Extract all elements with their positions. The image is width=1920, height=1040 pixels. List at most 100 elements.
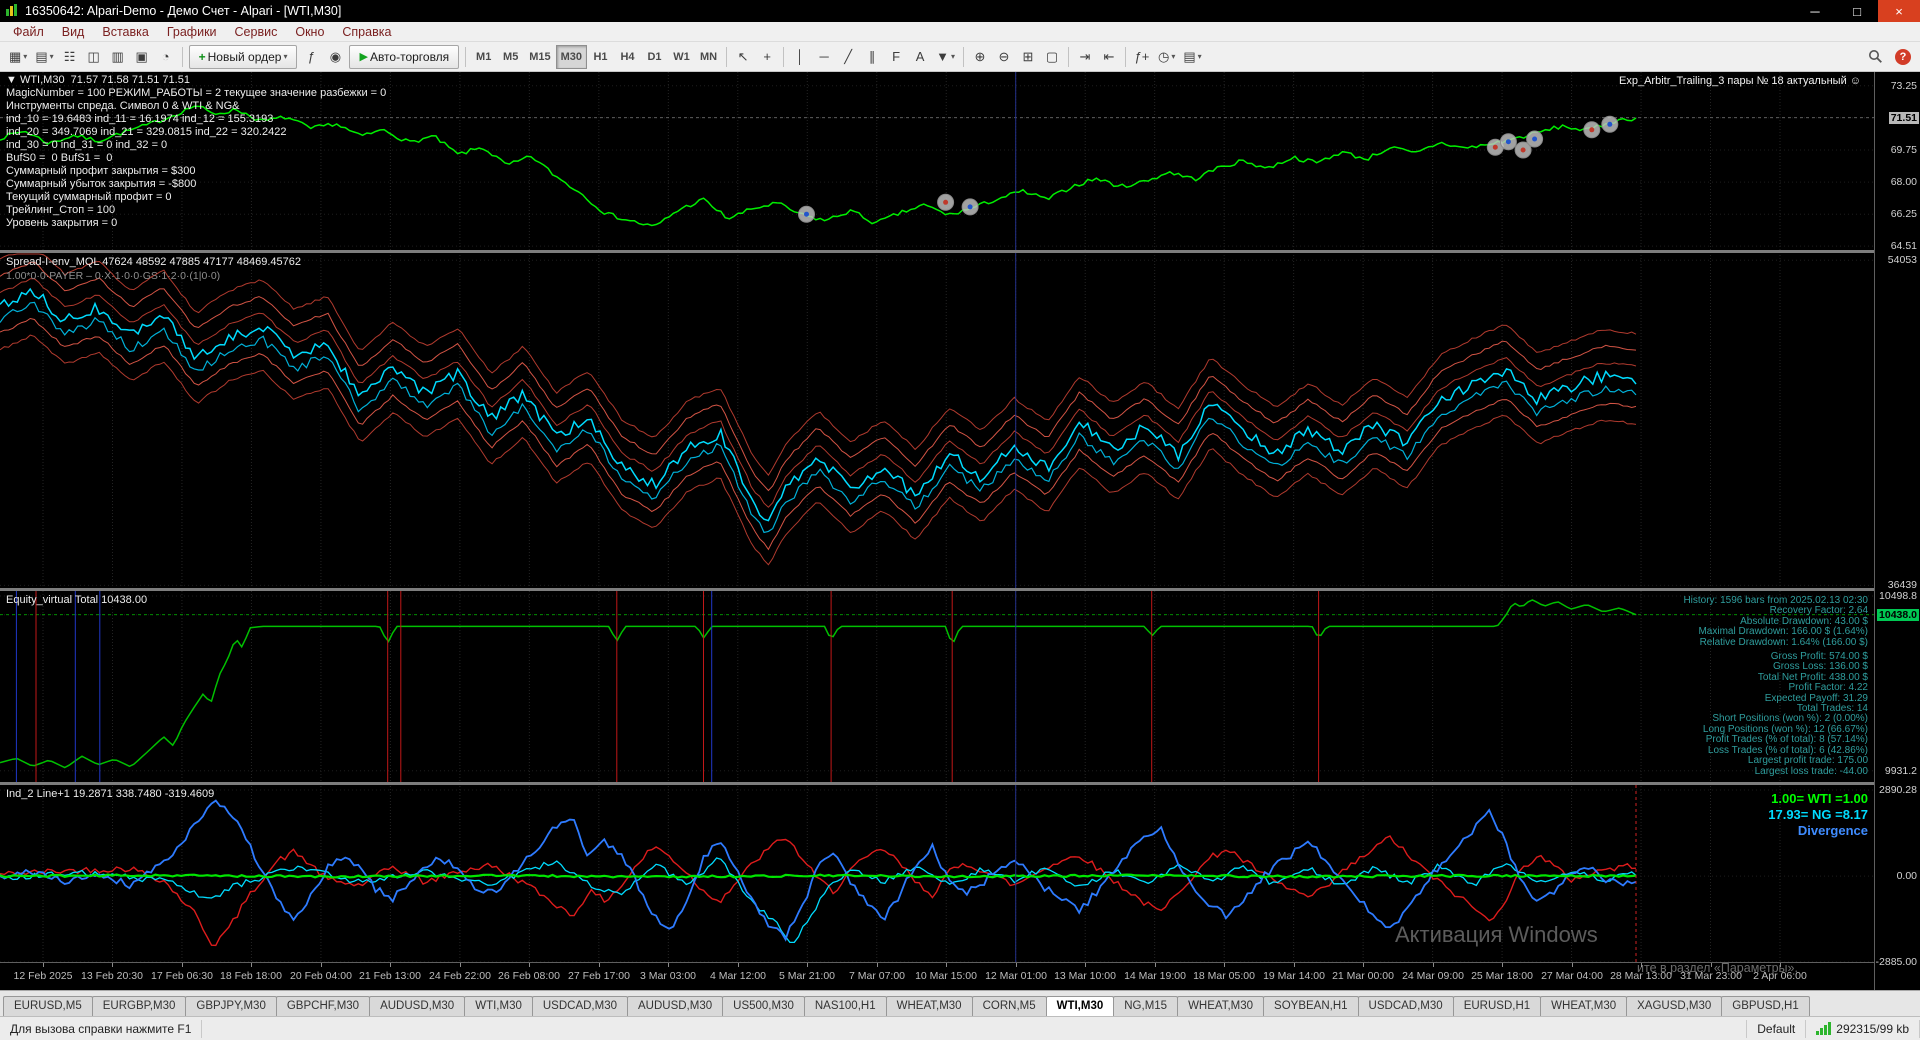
menu-item[interactable]: Вид — [53, 24, 94, 40]
horizontal-line-button[interactable]: ─ — [812, 45, 836, 69]
chart-tab[interactable]: WTI,M30 — [464, 996, 533, 1016]
indicator-info-line: ind_10 = 19.6483 ind_11 = 16.1974 ind_12… — [6, 113, 274, 125]
chart-tab[interactable]: EURUSD,H1 — [1452, 996, 1542, 1016]
time-tick — [43, 963, 44, 967]
chart-tab[interactable]: EURUSD,M5 — [3, 996, 93, 1016]
strategy-tester-button[interactable]: ◔ — [154, 45, 178, 69]
chart-tab[interactable]: WHEAT,M30 — [1540, 996, 1628, 1016]
market-watch-button[interactable]: ☷ — [58, 45, 82, 69]
autoscroll-button[interactable]: ⇥ — [1073, 45, 1097, 69]
chart-tab[interactable]: AUDUSD,M30 — [627, 996, 724, 1016]
chart-tab[interactable]: WHEAT,M30 — [1177, 996, 1265, 1016]
scale-label: 69.75 — [1890, 144, 1917, 156]
scale-label: 0.00 — [1896, 870, 1917, 882]
cursor-button[interactable]: ↖ — [731, 45, 755, 69]
chart-tab[interactable]: WTI,M30 — [1045, 996, 1115, 1016]
menu-item[interactable]: Сервис — [226, 24, 287, 40]
templates-button[interactable]: ▤ ▾ — [1179, 45, 1205, 69]
vertical-line-button[interactable]: │ — [788, 45, 812, 69]
fibonacci-button[interactable]: F — [884, 45, 908, 69]
menu-item[interactable]: Вставка — [93, 24, 157, 40]
chart-tab[interactable]: CORN,M5 — [971, 996, 1047, 1016]
timeframe-button[interactable]: MN — [695, 45, 722, 69]
status-profile[interactable]: Default — [1747, 1019, 1807, 1038]
search-button[interactable] — [1863, 45, 1887, 69]
chart-tab[interactable]: EURGBP,M30 — [91, 996, 187, 1016]
cascade-button[interactable]: ▢ — [1040, 45, 1064, 69]
navigator-button[interactable]: ▥ — [106, 45, 130, 69]
status-connection: 292315/99 kb — [1806, 1019, 1920, 1038]
panel-divider[interactable] — [0, 782, 1874, 785]
chart-tab[interactable]: WHEAT,M30 — [885, 996, 973, 1016]
search-icon — [1868, 50, 1882, 63]
timeframe-button[interactable]: M5 — [497, 45, 524, 69]
connection-status-icon — [1816, 1022, 1832, 1035]
menu-item[interactable]: Справка — [333, 24, 400, 40]
price-scale[interactable]: 73.25 71.51 69.75 68.00 66.25 64.51 54053 36439… — [1874, 72, 1920, 990]
chart-tab[interactable]: XAGUSD,M30 — [1626, 996, 1723, 1016]
panel-divider[interactable] — [0, 588, 1874, 591]
chart-tab[interactable]: GBPCHF,M30 — [275, 996, 371, 1016]
chart-tab[interactable]: GBPJPY,M30 — [185, 996, 277, 1016]
indicators-button[interactable]: ƒ+ — [1130, 45, 1154, 69]
oscillator-legend-line: 1.00= WTI =1.00 — [1771, 791, 1868, 806]
profiles-button[interactable]: ▤ ▾ — [31, 45, 57, 69]
chart-tab[interactable]: GBPUSD,H1 — [1721, 996, 1810, 1016]
time-label: 17 Feb 06:30 — [151, 970, 213, 982]
timeframe-button[interactable]: H4 — [614, 45, 641, 69]
panel-divider[interactable] — [0, 250, 1874, 253]
new-order-button[interactable]: + Новый ордер ▾ — [188, 44, 298, 69]
chart-tab[interactable]: USDCAD,M30 — [1357, 996, 1454, 1016]
text-tool-button[interactable]: A — [908, 45, 932, 69]
channel-button[interactable]: ∥ — [860, 45, 884, 69]
timeframe-button[interactable]: M30 — [555, 44, 587, 69]
chart-tab[interactable]: AUDUSD,M30 — [369, 996, 466, 1016]
ea-title[interactable]: Exp_Arbitr_Trailing_3 пары № 18 актуальн… — [1619, 75, 1861, 88]
chart-tab[interactable]: NAS100,H1 — [803, 996, 887, 1016]
time-tick — [529, 963, 530, 967]
terminal-button[interactable]: ▣ — [130, 45, 154, 69]
close-button[interactable]: × — [1878, 0, 1920, 22]
zoom-in-button[interactable]: ⊕ — [968, 45, 992, 69]
help-button[interactable]: ? — [1891, 45, 1915, 69]
indicator-info-line: Трейлинг_Стоп = 100 — [6, 204, 116, 216]
time-tick — [1572, 963, 1573, 967]
time-label: 12 Feb 2025 — [13, 970, 73, 982]
indicator-info-line: Суммарный убыток закрытия = -$800 — [6, 178, 197, 190]
chart-tab[interactable]: NG,M15 — [1113, 996, 1179, 1016]
zoom-out-button[interactable]: ⊖ — [992, 45, 1016, 69]
metaeditor-button[interactable]: ƒ — [299, 45, 323, 69]
expert-advisors-button[interactable]: ◉ — [323, 45, 347, 69]
chart-tab[interactable]: US500,M30 — [722, 996, 805, 1016]
tile-windows-button[interactable]: ⊞ — [1016, 45, 1040, 69]
time-label: 24 Feb 22:00 — [429, 970, 491, 982]
time-label: 21 Mar 00:00 — [1332, 970, 1394, 982]
menu-item[interactable]: Файл — [4, 24, 53, 40]
equity-indicator-label: Equity_virtual Total 10438.00 — [6, 594, 148, 606]
timeframe-button[interactable]: D1 — [641, 45, 668, 69]
crosshair-button[interactable]: + — [755, 45, 779, 69]
equity-stat-line: Relative Drawdown: 1.64% (166.00 $) — [1699, 636, 1868, 648]
trendline-button[interactable]: ╱ — [836, 45, 860, 69]
time-label: 27 Feb 17:00 — [568, 970, 630, 982]
chart-tab[interactable]: SOYBEAN,H1 — [1263, 996, 1359, 1016]
data-window-button[interactable]: ◫ — [82, 45, 106, 69]
time-label: 27 Mar 04:00 — [1541, 970, 1603, 982]
new-chart-button[interactable]: ▦ ▾ — [5, 45, 31, 69]
arrows-button[interactable]: ▼ ▾ — [932, 45, 959, 69]
timeframe-button[interactable]: W1 — [668, 45, 695, 69]
timeframe-button[interactable]: M1 — [470, 45, 497, 69]
time-axis[interactable]: 12 Feb 2025 13 Feb 20:30 17 Feb 06:30 18 Fe… — [0, 962, 1874, 990]
minimize-button[interactable]: ─ — [1794, 0, 1836, 22]
menu-item[interactable]: Окно — [286, 24, 333, 40]
chart-tab[interactable]: USDCAD,M30 — [531, 996, 628, 1016]
timeframe-button[interactable]: M15 — [524, 45, 555, 69]
time-label: 13 Feb 20:30 — [81, 970, 143, 982]
windows-activation-watermark-line2: ите в раздел «Параметры». — [1637, 961, 1798, 975]
maximize-button[interactable]: □ — [1836, 0, 1878, 22]
periods-button[interactable]: ◷ ▾ — [1154, 45, 1179, 69]
timeframe-button[interactable]: H1 — [587, 45, 614, 69]
chart-shift-button[interactable]: ⇤ — [1097, 45, 1121, 69]
autotrading-button[interactable]: ▶ Авто-торговля — [349, 44, 460, 69]
menu-item[interactable]: Графики — [158, 24, 226, 40]
